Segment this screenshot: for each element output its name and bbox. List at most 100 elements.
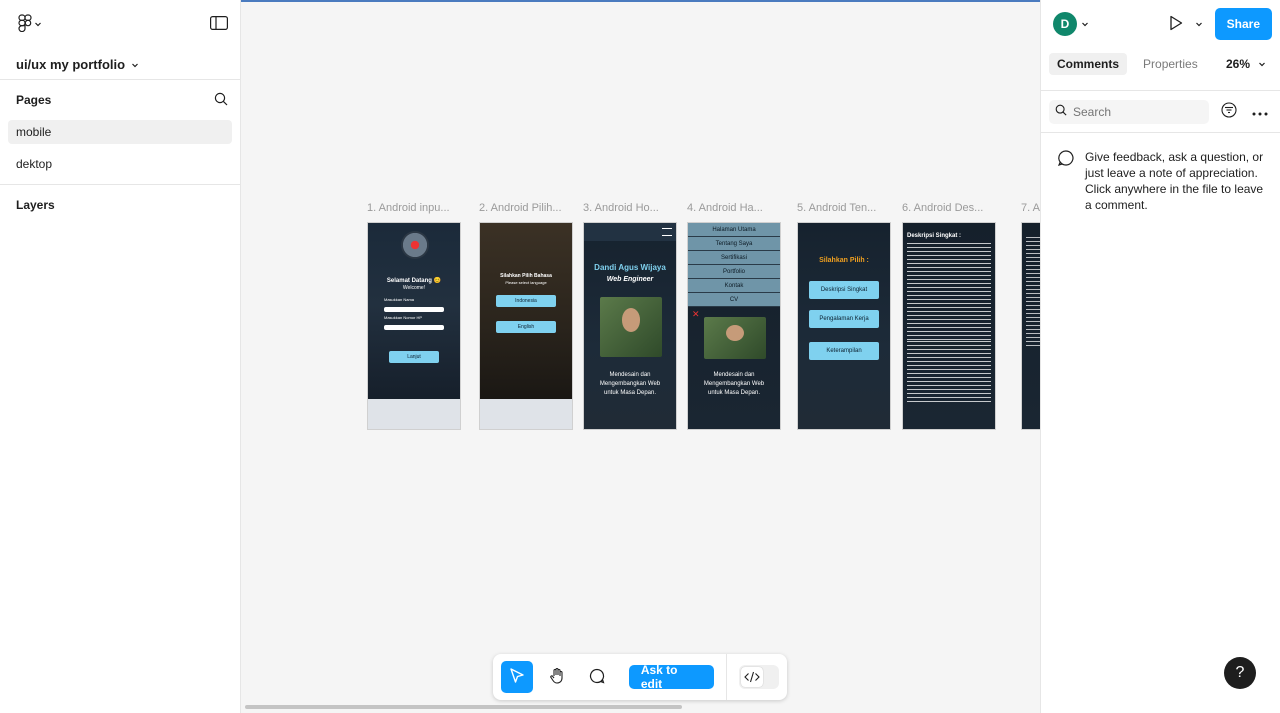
continue-button: Lanjut (389, 351, 439, 363)
tagline-2: Mengembangkan Web (599, 381, 661, 387)
pages-list: mobile dektop (0, 120, 240, 184)
menu-item: Halaman Utama (688, 223, 780, 237)
menu-item: Kontak (688, 279, 780, 293)
comments-search[interactable] (1049, 99, 1209, 124)
phone-label: Masukkan Nomor HP (384, 315, 423, 320)
frame-label[interactable]: 1. Android inpu... (367, 202, 457, 214)
frame-label[interactable]: 2. Android Pilih... (479, 202, 571, 214)
footer-block (368, 399, 460, 429)
layers-header: Layers (0, 185, 240, 225)
footer-block (480, 399, 572, 429)
hamburger-icon (662, 228, 672, 236)
frame-android-7[interactable] (1021, 222, 1040, 430)
move-tool-button[interactable] (501, 661, 533, 693)
welcome-sub: Welcome! (402, 285, 426, 291)
zoom-dropdown[interactable]: 26% (1226, 57, 1272, 71)
pages-heading: Pages (16, 93, 52, 107)
hero-name: Dandi Agus Wijaya (594, 263, 666, 272)
file-title: ui/ux my portfolio (16, 57, 126, 72)
comment-icon (588, 667, 606, 688)
frame-android-input[interactable]: Selamat Datang 😊 Welcome! Masukkan Nama … (367, 222, 461, 430)
divider (726, 654, 728, 700)
comment-tool-button[interactable] (581, 661, 613, 693)
page-item-mobile[interactable]: mobile (8, 120, 232, 144)
indonesia-option: Indonesia (496, 295, 556, 307)
right-actions: Share (1169, 8, 1272, 40)
code-icon (741, 667, 764, 687)
welcome-text: Selamat Datang 😊 (386, 278, 442, 284)
left-topbar (0, 0, 240, 48)
tagline-2: Mengembangkan Web (703, 381, 765, 387)
menu-item: CV (688, 293, 780, 307)
horizontal-scrollbar[interactable] (245, 705, 682, 709)
language-sub: Please select language (505, 280, 547, 285)
frame-android-halaman[interactable]: Halaman Utama Tentang Saya Sertifikasi P… (687, 222, 781, 430)
frame-label[interactable]: 5. Android Ten... (797, 202, 891, 214)
tagline-3: untuk Masa Depan. (603, 390, 657, 396)
chevron-down-icon (1258, 57, 1266, 71)
help-button[interactable]: ? (1224, 657, 1256, 689)
option-keterampilan: Keterampilan (809, 342, 879, 360)
chevron-down-icon (131, 57, 139, 72)
hand-tool-button[interactable] (541, 661, 573, 693)
ask-to-edit-button[interactable]: Ask to edit (628, 663, 715, 691)
comments-empty-message: Give feedback, ask a question, or just l… (1085, 150, 1264, 212)
description-title: Deskripsi Singkat : (907, 233, 962, 239)
search-icon (1055, 104, 1067, 119)
frame-android-deskripsi[interactable]: Deskripsi Singkat : (902, 222, 996, 430)
pages-header: Pages (0, 80, 240, 120)
comments-empty-state: Give feedback, ask a question, or just l… (1041, 133, 1280, 229)
frame-label[interactable]: 4. Android Ha... (687, 202, 779, 214)
zoom-level: 26% (1225, 57, 1250, 71)
frame-label[interactable]: 6. Android Des... (902, 202, 996, 214)
tab-comments[interactable]: Comments (1049, 53, 1128, 75)
frame-android-home[interactable]: Dandi Agus Wijaya Web Engineer Mendesain… (583, 222, 677, 430)
menu-item: Portfolio (688, 265, 780, 279)
option-pengalaman: Pengalaman Kerja (809, 310, 879, 328)
frame-android-pilih-bahasa[interactable]: Silahkan Pilih Bahasa Please select lang… (479, 222, 573, 430)
file-name-button[interactable]: ui/ux my portfolio (0, 48, 240, 79)
menu-item: Sertifikasi (688, 251, 780, 265)
frame-android-tentang[interactable]: Silahkan Pilih : Deskripsi Singkat Penga… (797, 222, 891, 430)
option-deskripsi: Deskripsi Singkat (809, 281, 879, 299)
more-options-icon[interactable] (1252, 105, 1268, 119)
language-title: Silahkan Pilih Bahasa (500, 273, 552, 279)
present-play-icon[interactable] (1169, 15, 1183, 34)
description-text-block (1026, 237, 1040, 347)
description-text-block (907, 341, 991, 405)
layers-heading: Layers (16, 198, 55, 212)
account-button[interactable]: D (1053, 12, 1089, 36)
figma-logo-icon (18, 13, 32, 35)
description-text-block (907, 243, 991, 343)
menu-item: Tentang Saya (688, 237, 780, 251)
right-topbar: D Share (1041, 0, 1280, 48)
chevron-down-icon (34, 17, 42, 31)
filter-icon[interactable] (1221, 102, 1237, 121)
panel-tabs: Comments Properties 26% (1041, 48, 1280, 80)
english-option: English (496, 321, 556, 333)
search-icon[interactable] (214, 92, 228, 109)
bottom-toolbar: Ask to edit (493, 654, 787, 700)
cursor-icon (508, 667, 526, 688)
canvas[interactable]: 1. Android inpu... 2. Android Pilih... 3… (241, 0, 1040, 713)
chevron-down-icon[interactable] (1195, 17, 1203, 31)
close-icon: ✕ (692, 309, 700, 319)
frame-label[interactable]: 3. Android Ho... (583, 202, 675, 214)
tab-properties[interactable]: Properties (1135, 53, 1206, 75)
hero-role: Web Engineer (606, 276, 654, 283)
right-sidebar: D Share Comments Properties 26% Search G… (1040, 0, 1280, 713)
tagline-3: untuk Masa Depan. (707, 390, 761, 396)
tagline-1: Mendesain dan (609, 372, 651, 378)
frame-label[interactable]: 7. A (1021, 202, 1040, 214)
toggle-sidebar-icon[interactable] (210, 15, 228, 33)
comments-search-row (1041, 91, 1280, 133)
search-input[interactable] (1073, 104, 1193, 119)
share-button[interactable]: Share (1214, 8, 1272, 40)
phone-field (384, 325, 444, 330)
main-menu-button[interactable] (12, 10, 48, 39)
page-item-dektop[interactable]: dektop (8, 152, 232, 176)
comment-bubble-icon (1057, 149, 1075, 213)
profile-photo (600, 297, 662, 357)
profile-photo (704, 317, 766, 359)
dev-mode-toggle[interactable] (739, 665, 779, 689)
